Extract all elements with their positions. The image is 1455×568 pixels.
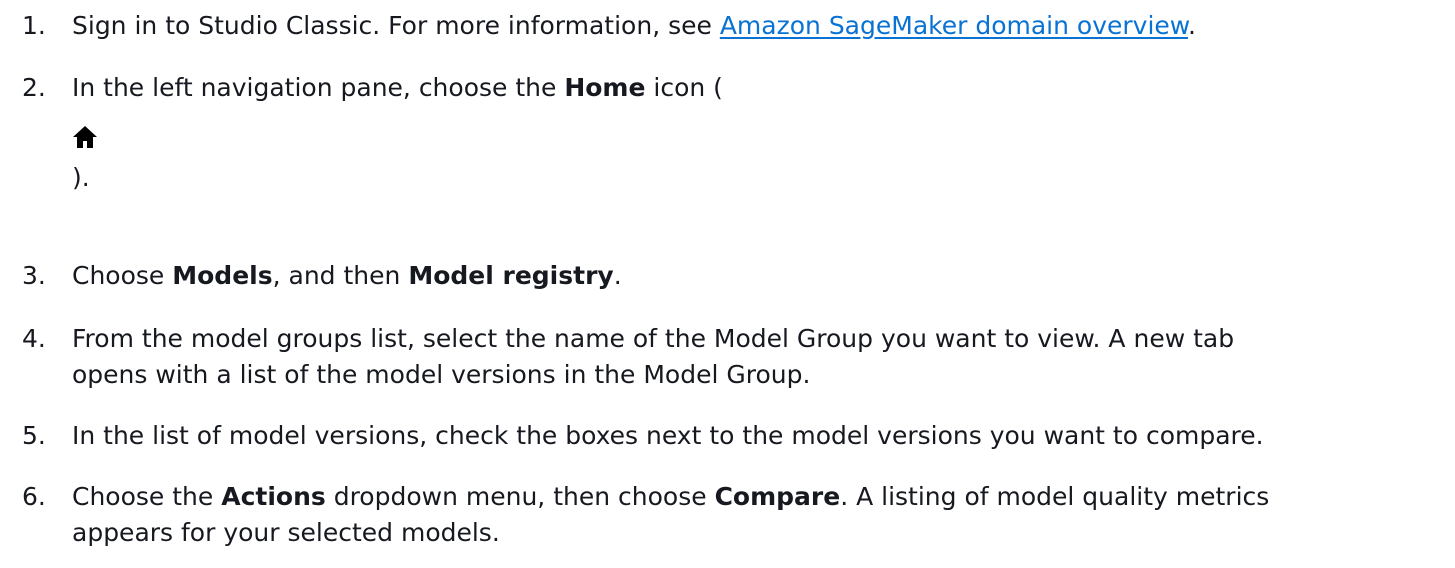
home-icon: [73, 126, 97, 148]
step-6-tail: . A listing of model quality metrics: [840, 482, 1270, 511]
step-6-mid: dropdown menu, then choose: [325, 482, 715, 511]
step-number: 5.: [22, 421, 46, 450]
step-3-mid: , and then: [272, 261, 409, 290]
step-3-tail: .: [613, 261, 622, 290]
step-text: Choose the Actions dropdown menu, then c…: [72, 479, 1452, 551]
step-2-close: ).: [72, 163, 90, 192]
step-4-line-1: From the model groups list, select the n…: [72, 324, 1235, 353]
compare-label: Compare: [714, 482, 841, 511]
models-label: Models: [172, 261, 273, 290]
step-text: In the list of model versions, check the…: [72, 418, 1452, 454]
home-label: Home: [564, 73, 646, 102]
step-2-lead: In the left navigation pane, choose the: [72, 73, 565, 102]
step-number: 3.: [22, 261, 46, 290]
step-1-tail: .: [1187, 11, 1196, 40]
step-2-tail: icon (: [645, 73, 723, 102]
step-6-lead: Choose the: [72, 482, 222, 511]
step-text: From the model groups list, select the n…: [72, 321, 1452, 393]
step-text: Choose Models, and then Model registry.: [72, 258, 1452, 294]
step-6-line-2: appears for your selected models.: [72, 518, 500, 547]
step-1-lead: Sign in to Studio Classic. For more info…: [72, 11, 720, 40]
step-text: In the left navigation pane, choose the …: [72, 70, 1452, 196]
step-number: 1.: [22, 11, 46, 40]
step-number: 4.: [22, 324, 46, 353]
domain-overview-link[interactable]: Amazon SageMaker domain overview: [720, 11, 1188, 40]
step-4-line-2: opens with a list of the model versions …: [72, 360, 811, 389]
actions-label: Actions: [221, 482, 326, 511]
model-registry-label: Model registry: [408, 261, 614, 290]
step-number: 6.: [22, 482, 46, 511]
step-number: 2.: [22, 73, 46, 102]
step-5-text: In the list of model versions, check the…: [72, 421, 1264, 450]
step-text: Sign in to Studio Classic. For more info…: [72, 8, 1452, 44]
step-3-lead: Choose: [72, 261, 173, 290]
